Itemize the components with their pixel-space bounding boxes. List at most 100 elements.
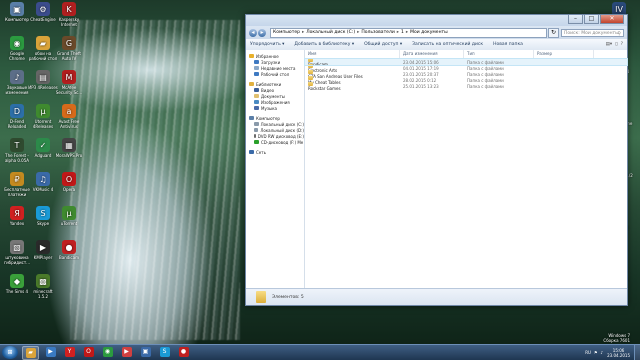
breadcrumb-separator[interactable]: ▸ bbox=[357, 30, 359, 35]
desktop-shortcut[interactable]: KKaspersky Internet Security bbox=[54, 2, 84, 27]
taskbar: ⊞ ▰ ▶ Y O ◉ ▶ ▣ S ● RU ⚑ ♪ 15:06 23.04.2015 bbox=[0, 344, 640, 360]
breadcrumb-segment[interactable]: Локальный диск (C:) bbox=[306, 30, 355, 35]
breadcrumb-segment[interactable]: Мои документы bbox=[410, 30, 448, 35]
taskbar-skype-button[interactable]: S bbox=[157, 346, 172, 358]
opera-icon: O bbox=[62, 172, 76, 186]
nav-item-label: Избранное bbox=[256, 53, 279, 59]
taskbar-folder-button[interactable]: ▣ bbox=[138, 346, 153, 358]
pictures-icon bbox=[254, 100, 259, 104]
search-icon: ⚲ bbox=[617, 30, 621, 37]
status-bar: Элементов: 5 bbox=[246, 288, 627, 305]
file-name: Rockstar Games bbox=[308, 85, 341, 91]
close-button[interactable]: ✕ bbox=[600, 15, 624, 24]
taskbar-kmplayer-button[interactable]: ▶ bbox=[119, 346, 134, 358]
desktop-shortcut[interactable]: G Grand Theft Auto IV bbox=[54, 36, 84, 61]
column-header[interactable]: Тип bbox=[464, 50, 534, 58]
shortcut-label: uTorrent bbox=[60, 221, 78, 226]
nav-item-label: Загрузки bbox=[261, 59, 281, 65]
view-options-icon[interactable]: ▤▾ bbox=[606, 42, 613, 47]
add-to-library-button[interactable]: Добавить в библиотеку ▾ bbox=[294, 42, 354, 47]
file-type: Папка с файлами bbox=[467, 59, 504, 65]
column-header[interactable]: Размер bbox=[534, 50, 594, 58]
taskbar-yandex-button[interactable]: Y bbox=[62, 346, 77, 358]
music-icon bbox=[254, 106, 259, 110]
taskbar-explorer-button[interactable]: ▰ bbox=[22, 345, 39, 360]
app-icon: ▦ bbox=[62, 138, 76, 152]
desktop-shortcut[interactable]: ● Bandicam bbox=[54, 240, 84, 260]
clock[interactable]: 15:06 23.04.2015 bbox=[607, 348, 630, 358]
dfend-icon: D bbox=[10, 104, 24, 118]
column-header[interactable]: Дата изменения bbox=[400, 50, 464, 58]
chrome-icon: ◉ bbox=[102, 346, 113, 357]
mcafee-icon: M bbox=[62, 70, 76, 84]
language-indicator[interactable]: RU bbox=[585, 350, 591, 355]
share-button[interactable]: Общий доступ ▾ bbox=[364, 42, 402, 47]
start-button[interactable]: ⊞ bbox=[2, 346, 18, 359]
explorer-icon: ▰ bbox=[25, 347, 36, 358]
taskbar-opera-button[interactable]: O bbox=[81, 346, 96, 358]
breadcrumb-segment[interactable]: Компьютер bbox=[273, 30, 300, 35]
file-row[interactable]: Rockstar Games 25.01.2015 13:23 Папка с фа… bbox=[305, 81, 627, 91]
opera-icon: O bbox=[83, 346, 94, 357]
nav-item-label: Видео bbox=[261, 87, 275, 93]
payments-icon: ₽ bbox=[10, 172, 24, 186]
burn-button[interactable]: Записать на оптический диск bbox=[412, 42, 483, 47]
minecraft-icon: ▩ bbox=[36, 274, 50, 288]
search-input[interactable]: Поиск: Мои документы ⚲ bbox=[561, 28, 624, 37]
file-type: Папка с файлами bbox=[467, 83, 504, 89]
minimize-button[interactable]: – bbox=[568, 15, 583, 24]
back-button[interactable]: ◂ bbox=[249, 28, 257, 37]
breadcrumb-segment[interactable]: Пользователи bbox=[361, 30, 394, 35]
drive-icon bbox=[254, 122, 259, 126]
desktop-icon bbox=[254, 72, 259, 76]
file-list: Имя Дата изменения Тип Размер Bandicam 23.04… bbox=[304, 50, 628, 289]
nav-item-label: Документы bbox=[261, 93, 285, 99]
maximize-button[interactable]: □ bbox=[584, 15, 599, 24]
shortcut-label: Bandicam bbox=[59, 255, 79, 260]
computer-icon bbox=[249, 116, 254, 120]
nav-item-label: Сеть bbox=[256, 149, 266, 155]
desktop-shortcut[interactable]: M McAfee Security Sc... bbox=[54, 70, 84, 95]
video-icon bbox=[254, 88, 259, 92]
file-date: 25.01.2015 13:23 bbox=[403, 83, 439, 89]
desktop-shortcut[interactable]: ▦ MoraWPS.Pro bbox=[54, 138, 84, 158]
new-folder-button[interactable]: Новая папка bbox=[493, 42, 523, 47]
organize-button[interactable]: Упорядочить ▾ bbox=[250, 42, 284, 47]
address-bar[interactable]: Компьютер ▸ Локальный диск (C:) ▸ Пользовате… bbox=[270, 27, 547, 38]
desktop-shortcut[interactable]: ▩ minecraft 1.5.2 bbox=[28, 274, 58, 299]
taskbar-bandicam-button[interactable]: ● bbox=[176, 346, 191, 358]
desktop-shortcut[interactable]: O Opera bbox=[54, 172, 84, 192]
recent-places-icon bbox=[254, 66, 259, 70]
chrome-icon: ◉ bbox=[10, 36, 24, 50]
folder-icon bbox=[256, 291, 266, 303]
breadcrumb-separator[interactable]: ▸ bbox=[406, 30, 408, 35]
nav-item-label: Недавние места bbox=[261, 65, 296, 71]
skype-icon: S bbox=[159, 346, 170, 357]
desktop-shortcut[interactable]: a Avast Free Antivirus bbox=[54, 104, 84, 129]
flag-icon[interactable]: ⚑ bbox=[594, 350, 598, 355]
shortcut-label: Grand Theft Auto IV bbox=[57, 51, 81, 61]
taskbar-media-button[interactable]: ▶ bbox=[43, 346, 58, 358]
favorites-icon bbox=[249, 54, 254, 58]
kaspersky-icon: K bbox=[62, 2, 76, 16]
explorer-window[interactable]: – □ ✕ ◂ ▸ Компьютер ▸ Локальный диск (C:) ▸… bbox=[245, 14, 628, 306]
refresh-button[interactable]: ↻ bbox=[548, 27, 559, 38]
desktop-shortcut[interactable]: µ uTorrent bbox=[54, 206, 84, 226]
volume-icon[interactable]: ♪ bbox=[601, 350, 604, 355]
navigation-pane: Избранное Загрузки Недавние места Рабочий с… bbox=[246, 50, 305, 289]
nav-item[interactable]: Сеть bbox=[246, 149, 304, 155]
media-player-icon: ▶ bbox=[45, 346, 56, 357]
breadcrumb-separator[interactable]: ▸ bbox=[302, 30, 304, 35]
breadcrumb-separator[interactable]: ▸ bbox=[397, 30, 399, 35]
preview-pane-icon[interactable]: ▯ bbox=[615, 42, 617, 47]
nav-item-label: Компьютер bbox=[256, 115, 280, 121]
vkmusic-icon: ♫ bbox=[36, 172, 50, 186]
sims-icon: ◆ bbox=[10, 274, 24, 288]
forward-button[interactable]: ▸ bbox=[258, 28, 266, 37]
nav-item-label: Изображения bbox=[261, 99, 290, 105]
help-icon[interactable]: ? bbox=[621, 42, 623, 47]
breadcrumb-segment[interactable]: 1 bbox=[401, 30, 404, 35]
taskbar-chrome-button[interactable]: ◉ bbox=[100, 346, 115, 358]
show-desktop-button[interactable] bbox=[634, 345, 640, 360]
title-bar[interactable]: – □ ✕ bbox=[246, 15, 627, 26]
